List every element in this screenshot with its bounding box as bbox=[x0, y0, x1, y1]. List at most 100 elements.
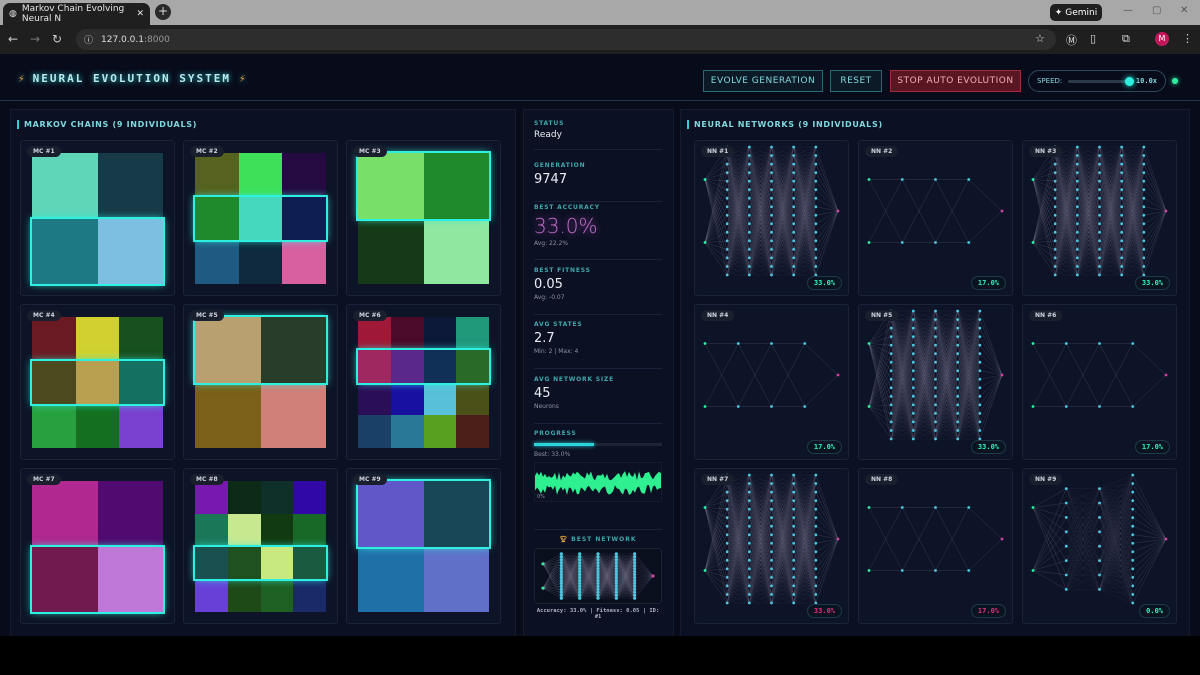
hidden-neuron bbox=[770, 405, 773, 408]
hidden-neuron bbox=[633, 581, 637, 585]
connection bbox=[815, 163, 839, 212]
markov-chain-card[interactable]: MC #9 bbox=[346, 468, 501, 624]
transition-cell bbox=[195, 382, 261, 448]
connection bbox=[1032, 163, 1056, 180]
state-row bbox=[195, 153, 327, 197]
hidden-neuron bbox=[1098, 145, 1101, 149]
avatar[interactable]: M bbox=[1155, 32, 1169, 46]
transition-cell bbox=[390, 317, 424, 350]
star-icon[interactable]: ☆ bbox=[1035, 32, 1045, 45]
accuracy-badge: 17.0% bbox=[1134, 440, 1170, 454]
hidden-neuron bbox=[725, 239, 729, 243]
neural-network-card[interactable]: NN #6 17.0% bbox=[1022, 304, 1177, 460]
markov-chain-label: MC #8 bbox=[190, 474, 224, 485]
hidden-neuron bbox=[792, 213, 796, 217]
transition-grid bbox=[193, 153, 328, 285]
connection bbox=[868, 319, 892, 407]
hidden-neuron bbox=[614, 587, 618, 591]
hidden-neuron bbox=[578, 596, 582, 600]
transition-cell bbox=[423, 317, 457, 350]
connection bbox=[815, 210, 839, 259]
menu-icon[interactable]: ⋮ bbox=[1182, 32, 1193, 45]
maximize-icon[interactable]: ▢ bbox=[1152, 5, 1161, 16]
neural-network-card[interactable]: NN #3 33.0% bbox=[1022, 140, 1177, 296]
markov-chain-card[interactable]: MC #8 bbox=[183, 468, 338, 624]
hidden-neuron bbox=[911, 412, 915, 415]
transition-cell bbox=[423, 546, 489, 612]
connection bbox=[1143, 210, 1167, 241]
hidden-neuron bbox=[596, 572, 600, 577]
connection bbox=[815, 146, 839, 212]
neural-network-card[interactable]: NN #4 17.0% bbox=[694, 304, 849, 460]
stat-best-fitness: BEST FITNESS 0.05 Avg: -0.07 bbox=[534, 267, 662, 315]
neural-network-card[interactable]: NN #7 33.0% bbox=[694, 468, 849, 624]
transition-cell bbox=[195, 513, 228, 547]
neural-network-card[interactable]: NN #1 33.0% bbox=[694, 140, 849, 296]
transition-cell bbox=[260, 317, 326, 383]
hidden-neuron bbox=[747, 239, 751, 243]
hidden-neuron bbox=[1075, 265, 1079, 268]
hidden-neuron bbox=[889, 429, 893, 432]
forward-icon[interactable]: → bbox=[30, 32, 40, 46]
hidden-neuron bbox=[978, 309, 982, 313]
output-neuron bbox=[1000, 373, 1004, 377]
extensions-icon[interactable]: ▯ bbox=[1090, 32, 1096, 45]
progress-fill bbox=[534, 443, 595, 446]
hidden-neuron bbox=[792, 196, 796, 200]
markov-chain-card[interactable]: MC #6 bbox=[346, 304, 501, 460]
reset-button[interactable]: RESET bbox=[830, 70, 882, 92]
transition-cell bbox=[282, 240, 327, 285]
hidden-neuron bbox=[578, 555, 582, 559]
hidden-neuron bbox=[578, 590, 582, 594]
hidden-neuron bbox=[725, 188, 729, 192]
hidden-neuron bbox=[578, 593, 582, 597]
markov-chain-card[interactable]: MC #2 bbox=[183, 140, 338, 296]
tab-search-icon[interactable]: ⧉ bbox=[1122, 32, 1130, 46]
close-tab-icon[interactable]: ✕ bbox=[136, 9, 144, 19]
hidden-neuron bbox=[633, 590, 637, 594]
hidden-neuron bbox=[792, 154, 796, 157]
speed-slider-thumb[interactable] bbox=[1124, 76, 1134, 86]
neural-network-card[interactable]: NN #2 17.0% bbox=[858, 140, 1013, 296]
hidden-neuron bbox=[911, 335, 915, 338]
hidden-neuron bbox=[956, 420, 960, 424]
status-value: Ready bbox=[534, 130, 562, 140]
transition-cell bbox=[358, 382, 391, 416]
stop-auto-evolution-button[interactable]: STOP AUTO EVOLUTION bbox=[890, 70, 1021, 92]
back-icon[interactable]: ← bbox=[8, 32, 18, 46]
lightning-icon: ⚡ bbox=[18, 72, 25, 85]
input-neuron bbox=[703, 178, 707, 181]
evolve-generation-button[interactable]: EVOLVE GENERATION bbox=[703, 70, 823, 92]
connection bbox=[634, 559, 654, 577]
gemini-button[interactable]: ✦ Gemini bbox=[1050, 4, 1102, 21]
hidden-neuron bbox=[978, 335, 982, 338]
browser-tab[interactable]: ◍ Markov Chain Evolving Neural N ✕ bbox=[3, 3, 150, 25]
close-window-icon[interactable]: ✕ bbox=[1180, 5, 1188, 16]
markov-chain-card[interactable]: MC #1 bbox=[20, 140, 175, 296]
hidden-neuron bbox=[596, 584, 600, 588]
neural-network-card[interactable]: NN #5 33.0% bbox=[858, 304, 1013, 460]
hidden-neuron bbox=[792, 222, 796, 226]
hidden-neuron bbox=[633, 555, 637, 559]
hidden-neuron bbox=[792, 230, 796, 234]
new-tab-button[interactable]: + bbox=[155, 4, 171, 20]
transition-cell bbox=[282, 196, 327, 241]
extension-m-icon[interactable]: Ⓜ bbox=[1066, 32, 1077, 48]
best-network-svg bbox=[541, 552, 655, 600]
markov-chain-card[interactable]: MC #5 bbox=[183, 304, 338, 460]
transition-cell bbox=[195, 579, 228, 612]
reload-icon[interactable]: ↻ bbox=[52, 32, 62, 46]
speed-slider[interactable] bbox=[1068, 76, 1134, 86]
markov-chain-card[interactable]: MC #4 bbox=[20, 304, 175, 460]
output-neuron bbox=[651, 574, 655, 578]
connection bbox=[1132, 374, 1167, 407]
connection bbox=[704, 491, 728, 508]
hidden-neuron bbox=[1075, 162, 1079, 166]
markov-chain-card[interactable]: MC #7 bbox=[20, 468, 175, 624]
connection bbox=[979, 327, 1003, 376]
minimize-icon[interactable]: — bbox=[1123, 5, 1133, 16]
transition-cell bbox=[358, 349, 391, 383]
markov-chain-card[interactable]: MC #3 bbox=[346, 140, 501, 296]
url-input[interactable]: ⓘ 127.0.0.1:8000 bbox=[76, 29, 1056, 50]
hidden-neuron bbox=[934, 352, 937, 356]
